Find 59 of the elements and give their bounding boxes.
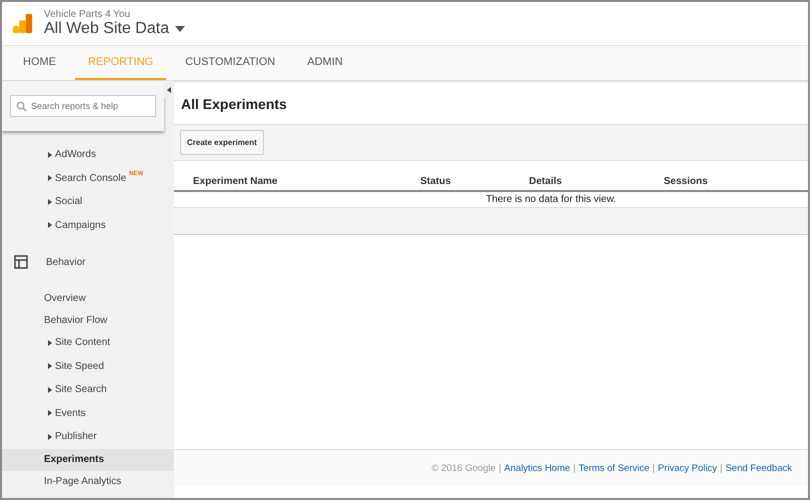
nav-tab[interactable]: CUSTOMIZATION [172, 46, 288, 80]
sidebar-item[interactable]: Experiments [2, 448, 174, 470]
sidebar-item[interactable]: In-Page Analytics [2, 470, 174, 492]
item-label: Events [55, 408, 86, 419]
footer-link[interactable]: Analytics Home [504, 462, 570, 474]
caret-icon [48, 175, 52, 182]
caret-icon [175, 26, 186, 32]
logo-icon [12, 12, 34, 34]
layout-icon [14, 255, 28, 269]
item-label: Social [55, 196, 82, 208]
column-header: Sessions [624, 161, 808, 191]
sidebar-section[interactable]: Behavior [46, 256, 86, 268]
item-label: AdWords [55, 149, 96, 160]
footer-link[interactable]: Privacy Policy [658, 462, 717, 474]
sidebar-item[interactable]: AdWords [2, 143, 174, 166]
caret-icon [48, 363, 52, 370]
footer-link[interactable]: Terms of Service [578, 462, 650, 474]
caret-icon [48, 434, 52, 440]
account-name: Vehicle Parts 4 You [44, 9, 132, 20]
item-label: Site Speed [55, 360, 104, 372]
sidebar-item[interactable]: Site Content [2, 331, 174, 354]
nav-tab[interactable]: ADMIN [294, 46, 356, 80]
sidebar-item[interactable]: Site Speed [2, 354, 174, 378]
new-label: NEW [129, 170, 144, 176]
caret-icon [48, 340, 52, 346]
caret-icon [48, 198, 52, 205]
page-title: All Experiments [180, 95, 288, 114]
empty-message: There is no data for this view. [486, 194, 616, 205]
separator: | [573, 462, 576, 474]
column-header: Experiment Name [174, 161, 402, 191]
copyright-text: © 2016 Google [432, 462, 496, 474]
caret-icon [48, 222, 52, 228]
item-label: Campaigns [55, 220, 106, 231]
separator: | [720, 462, 722, 474]
sidebar-item[interactable]: Behavior Flow [2, 309, 174, 331]
create-experiment-button[interactable]: Create experiment [180, 130, 264, 155]
sidebar-item[interactable]: Overview [2, 287, 174, 309]
caret-icon [167, 87, 171, 93]
item-label: Publisher [55, 431, 97, 442]
item-label: Site Content [55, 337, 110, 348]
sidebar-item[interactable]: Search Console $^{NEW}$ [2, 166, 174, 190]
separator: | [498, 462, 502, 474]
sidebar-item[interactable]: Events [2, 402, 174, 425]
sidebar-item[interactable]: Campaigns [2, 214, 174, 237]
caret-icon [48, 152, 52, 158]
nav-tab[interactable]: HOME [10, 46, 69, 80]
column-header: Details [510, 161, 624, 191]
footer-link[interactable]: Send Feedback [725, 462, 792, 474]
search-field[interactable]: Search reports & help [10, 95, 156, 117]
item-label: Search Console [55, 172, 126, 184]
column-header: Status [401, 161, 510, 191]
caret-icon [48, 410, 52, 416]
item-label: Site Search [55, 384, 107, 396]
sidebar-item[interactable]: Site Search [2, 378, 174, 402]
caret-icon [48, 386, 52, 393]
property-selector[interactable]: All Web Site Data [44, 20, 186, 38]
separator: | [652, 462, 655, 474]
sidebar-item[interactable]: Publisher [2, 425, 174, 448]
sidebar-item[interactable]: Social [2, 190, 174, 214]
